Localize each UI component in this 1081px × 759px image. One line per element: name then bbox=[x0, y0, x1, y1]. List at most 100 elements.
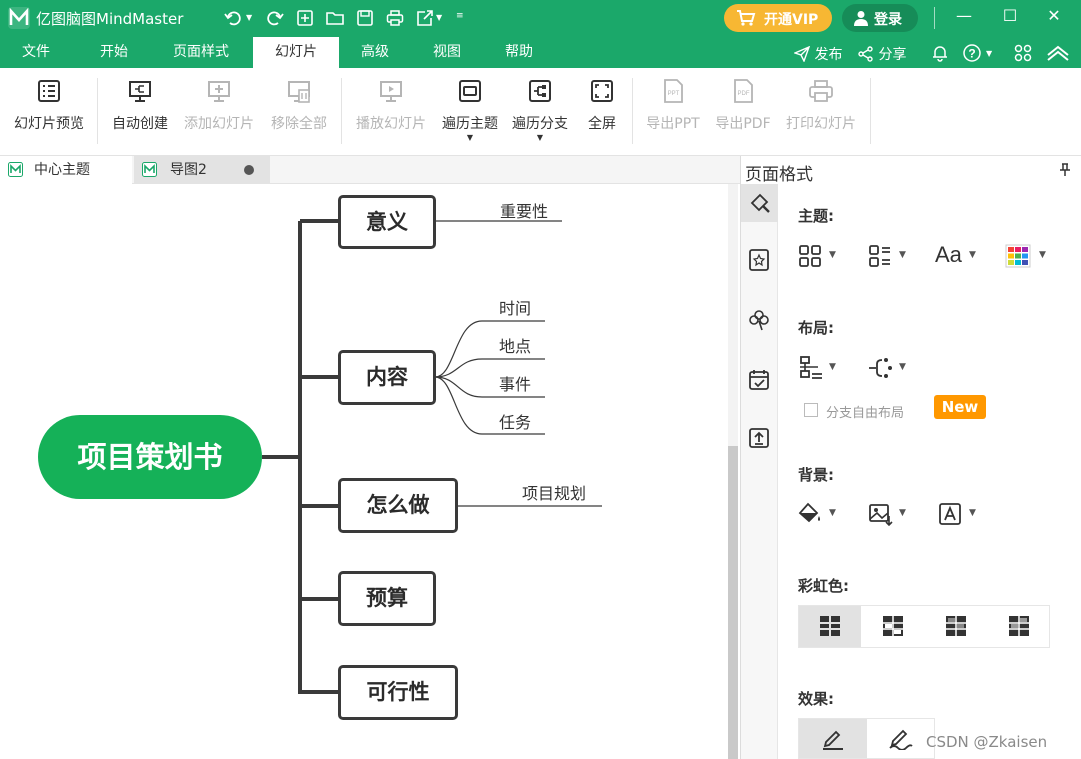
export-ppt-button[interactable]: PPT 导出PPT bbox=[642, 78, 704, 152]
clover-icon[interactable] bbox=[747, 308, 771, 332]
help-icon[interactable]: ? bbox=[962, 43, 982, 63]
mindmap-file-icon bbox=[142, 162, 157, 177]
rainbow-section-title: 彩虹色: bbox=[798, 577, 849, 595]
free-layout-checkbox[interactable] bbox=[804, 403, 818, 417]
apps-grid-icon[interactable] bbox=[1014, 44, 1032, 62]
redo-icon[interactable] bbox=[266, 9, 284, 27]
add-slide-label: 添加幻灯片 bbox=[184, 116, 254, 132]
theme-layout-picker[interactable]: ▼ bbox=[798, 242, 840, 270]
effect-option-handdrawn[interactable] bbox=[868, 719, 934, 758]
minimize-icon[interactable]: — bbox=[952, 6, 976, 30]
tab-advanced[interactable]: 高级 bbox=[348, 37, 402, 68]
topic-how-to[interactable]: 怎么做 bbox=[338, 478, 458, 533]
auto-create-button[interactable]: 自动创建 bbox=[108, 78, 172, 152]
tab-file[interactable]: 文件 bbox=[4, 37, 68, 68]
vertical-scrollbar-thumb[interactable] bbox=[728, 446, 738, 759]
fullscreen-button[interactable]: 全屏 bbox=[582, 78, 622, 152]
text-box-icon bbox=[939, 503, 961, 525]
pdf-file-icon: PDF bbox=[734, 79, 753, 103]
subtopic-project-plan[interactable]: 项目规划 bbox=[522, 480, 586, 504]
subtopic-importance[interactable]: 重要性 bbox=[500, 198, 548, 222]
theme-font-picker[interactable]: Aa ▼ bbox=[935, 242, 977, 270]
subtopic-location[interactable]: 地点 bbox=[499, 333, 531, 357]
subtopic-event[interactable]: 事件 bbox=[499, 371, 531, 395]
rainbow-option-1[interactable] bbox=[799, 606, 861, 647]
layout-section-title: 布局: bbox=[798, 319, 834, 337]
central-topic[interactable]: 项目策划书 bbox=[38, 415, 262, 499]
tab-page-style[interactable]: 页面样式 bbox=[160, 37, 242, 68]
auto-create-icon bbox=[129, 81, 151, 102]
topic-significance[interactable]: 意义 bbox=[338, 195, 436, 249]
topic-feasibility[interactable]: 可行性 bbox=[338, 665, 458, 720]
background-color-picker[interactable]: ▼ bbox=[798, 500, 840, 528]
rainbow-option-4[interactable] bbox=[988, 606, 1050, 647]
background-image-picker[interactable]: ▼ bbox=[868, 500, 910, 528]
collapse-ribbon-icon[interactable] bbox=[1046, 45, 1070, 61]
play-slides-button[interactable]: 播放幻灯片 bbox=[352, 78, 430, 152]
share-button[interactable]: 分享 bbox=[858, 44, 906, 64]
pin-icon[interactable] bbox=[1059, 163, 1071, 177]
theme-style-picker[interactable]: ▼ bbox=[868, 242, 910, 270]
customize-toolbar-icon[interactable]: ≡ bbox=[456, 11, 474, 29]
undo-dropdown-icon[interactable]: ▼ bbox=[246, 13, 264, 31]
subtopic-time[interactable]: 时间 bbox=[499, 295, 531, 319]
user-icon bbox=[854, 11, 868, 26]
publish-button[interactable]: 发布 bbox=[793, 44, 842, 64]
ribbon-toolbar: 幻灯片预览 自动创建 添加幻灯片 移除全部 播放幻灯片 遍历主题 ▼ 遍历分支 … bbox=[0, 68, 1081, 156]
unsaved-dot-icon[interactable] bbox=[244, 165, 254, 175]
page-format-tab[interactable] bbox=[741, 184, 778, 222]
export-pdf-button[interactable]: PDF 导出PDF bbox=[712, 78, 774, 152]
traverse-topic-button[interactable]: 遍历主题 ▼ bbox=[438, 78, 502, 152]
rainbow-option-3[interactable] bbox=[925, 606, 987, 647]
style-star-icon[interactable] bbox=[747, 248, 771, 272]
print-slides-button[interactable]: 打印幻灯片 bbox=[782, 78, 860, 152]
close-icon[interactable]: ✕ bbox=[1042, 6, 1066, 30]
traverse-topic-icon bbox=[459, 80, 481, 102]
play-slides-icon bbox=[380, 81, 402, 102]
traverse-topic-dropdown-icon[interactable]: ▼ bbox=[438, 134, 502, 142]
export-icon[interactable] bbox=[416, 9, 434, 27]
panel-title: 页面格式 bbox=[745, 165, 813, 185]
tab-slides[interactable]: 幻灯片 bbox=[253, 37, 339, 68]
print-icon[interactable] bbox=[386, 9, 404, 27]
add-slide-icon bbox=[208, 81, 230, 102]
print-slides-icon bbox=[809, 80, 833, 102]
effect-option-normal[interactable] bbox=[799, 719, 867, 758]
traverse-branch-button[interactable]: 遍历分支 ▼ bbox=[508, 78, 572, 152]
layout-connector-picker[interactable]: ▼ bbox=[868, 354, 910, 382]
new-file-icon[interactable] bbox=[296, 9, 314, 27]
background-watermark-picker[interactable]: ▼ bbox=[938, 500, 980, 528]
mindmap-canvas[interactable]: 项目策划书 意义 内容 怎么做 预算 可行性 重要性 时间 地点 事件 任务 项… bbox=[0, 184, 740, 759]
export-dropdown-icon[interactable]: ▼ bbox=[436, 13, 454, 31]
slide-preview-button[interactable]: 幻灯片预览 bbox=[10, 78, 88, 152]
tab-start[interactable]: 开始 bbox=[82, 37, 146, 68]
dropdown-caret-icon: ▼ bbox=[829, 362, 836, 372]
table-grid-icon bbox=[820, 616, 840, 636]
rainbow-option-2[interactable] bbox=[862, 606, 924, 647]
upload-icon[interactable] bbox=[747, 426, 771, 450]
notification-bell-icon[interactable] bbox=[932, 44, 948, 62]
topic-budget[interactable]: 预算 bbox=[338, 571, 436, 626]
layout-structure-picker[interactable]: ▼ bbox=[798, 354, 840, 382]
title-bar: 亿图脑图MindMaster ▼ ▼ ≡ 开通VIP 登录 — ☐ ✕ bbox=[0, 0, 1081, 37]
undo-icon[interactable] bbox=[224, 9, 242, 27]
table-grid-icon bbox=[946, 616, 966, 636]
help-dropdown-icon[interactable]: ▼ bbox=[986, 49, 992, 58]
remove-all-button[interactable]: 移除全部 bbox=[266, 78, 332, 152]
maximize-icon[interactable]: ☐ bbox=[998, 6, 1022, 30]
watermark-text: CSDN @Zkaisen bbox=[926, 733, 1048, 751]
open-folder-icon[interactable] bbox=[326, 9, 344, 27]
save-icon[interactable] bbox=[356, 9, 374, 27]
add-slide-button[interactable]: 添加幻灯片 bbox=[180, 78, 258, 152]
tab-help[interactable]: 帮助 bbox=[492, 37, 546, 68]
vip-button[interactable]: 开通VIP bbox=[724, 4, 832, 32]
theme-color-picker[interactable]: ▼ bbox=[1005, 242, 1047, 270]
doc-tab-map2[interactable]: 导图2 bbox=[134, 156, 270, 184]
login-button[interactable]: 登录 bbox=[842, 4, 918, 32]
subtopic-task[interactable]: 任务 bbox=[499, 409, 531, 433]
task-calendar-icon[interactable] bbox=[747, 368, 771, 392]
tab-view[interactable]: 视图 bbox=[420, 37, 474, 68]
doc-tab-central-topic[interactable]: 中心主题 bbox=[0, 156, 132, 184]
topic-content[interactable]: 内容 bbox=[338, 350, 436, 405]
traverse-branch-dropdown-icon[interactable]: ▼ bbox=[508, 134, 572, 142]
